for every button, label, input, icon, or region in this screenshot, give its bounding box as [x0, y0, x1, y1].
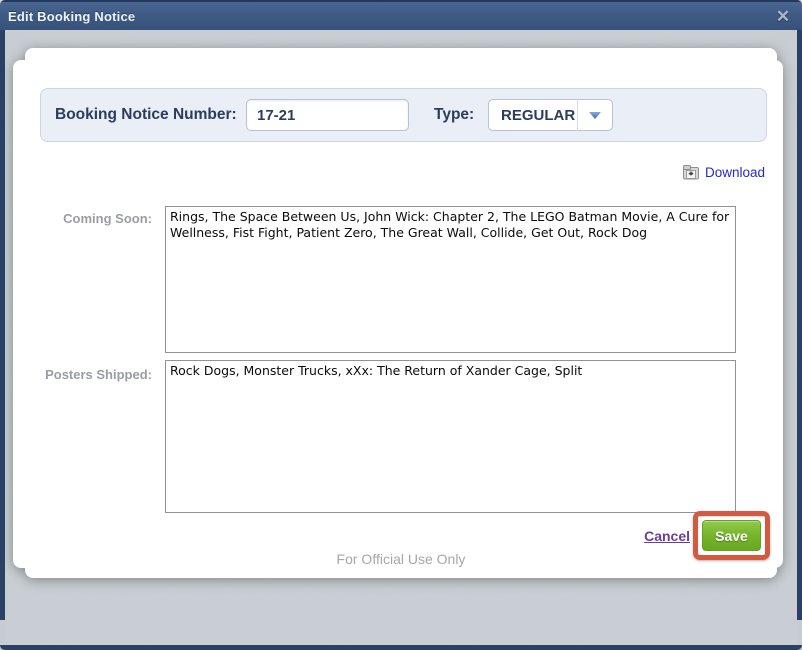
download-link[interactable]: Download [683, 164, 765, 181]
posters-shipped-label: Posters Shipped: [40, 367, 152, 382]
chevron-down-icon [578, 111, 612, 120]
coming-soon-textarea[interactable]: Rings, The Space Between Us, John Wick: … [165, 206, 736, 353]
dialog-title: Edit Booking Notice [0, 9, 135, 24]
coming-soon-label: Coming Soon: [40, 211, 152, 226]
download-link-label: Download [705, 165, 765, 180]
booking-notice-number-label: Booking Notice Number: [55, 89, 237, 141]
save-button[interactable]: Save [702, 520, 761, 551]
dialog-content: Booking Notice Number: Type: REGULAR [5, 30, 797, 645]
window-frame-left [0, 0, 5, 620]
posters-shipped-textarea[interactable]: Rock Dogs, Monster Trucks, xXx: The Retu… [165, 360, 736, 513]
dialog-backdrop: Booking Notice Number: Type: REGULAR [5, 30, 797, 645]
dialog-titlebar: Edit Booking Notice ✕ [0, 0, 802, 30]
edit-booking-notice-dialog: Edit Booking Notice ✕ Booking Notice Num… [0, 0, 802, 650]
window-frame-right [797, 0, 802, 620]
cancel-link[interactable]: Cancel [545, 527, 690, 545]
footer-note: For Official Use Only [25, 551, 777, 567]
booking-notice-number-input[interactable] [246, 99, 409, 131]
close-icon[interactable]: ✕ [772, 6, 794, 28]
type-select[interactable]: REGULAR [488, 99, 613, 131]
window-frame-bottom [0, 645, 802, 650]
type-label: Type: [434, 89, 474, 141]
type-select-value: REGULAR [489, 107, 577, 124]
save-annotation-highlight: Save [693, 511, 770, 560]
download-icon [683, 165, 700, 180]
booking-header-panel: Booking Notice Number: Type: REGULAR [40, 88, 767, 142]
